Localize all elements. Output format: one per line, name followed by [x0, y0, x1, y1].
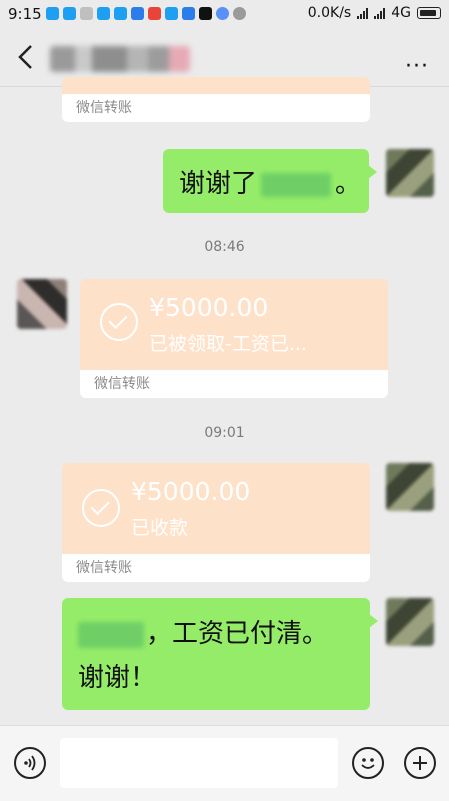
app-notification-icon [46, 7, 59, 20]
avatar-contact[interactable] [17, 279, 67, 329]
message-line-2: 谢谢！ [78, 663, 157, 693]
status-right: 0.0K/s 4G [308, 5, 441, 21]
wifi-signal-icon [357, 7, 369, 19]
message-text: 谢谢了 [179, 169, 258, 199]
check-circle-icon [100, 303, 138, 341]
message-text-suffix: 。 [335, 169, 362, 199]
timestamp: 08:46 [204, 239, 245, 255]
transfer-card-partial[interactable]: 微信转账 [62, 77, 370, 122]
message-input[interactable] [60, 738, 338, 788]
message-text: ，工资已付清。 [146, 619, 329, 649]
emoji-icon[interactable] [352, 747, 384, 779]
battery-icon [417, 7, 441, 19]
transfer-footer: 微信转账 [62, 94, 370, 122]
check-circle-icon [82, 489, 120, 527]
transfer-footer: 微信转账 [80, 370, 388, 398]
chevron-left-icon[interactable] [14, 42, 40, 72]
network-type: 4G [391, 5, 411, 21]
news-notification-icon [131, 7, 144, 20]
tiktok-notification-icon [199, 7, 212, 20]
plus-icon[interactable] [404, 747, 436, 779]
app-notification-icon [63, 7, 76, 20]
transfer-status: 已收款 [131, 517, 189, 539]
play-notification-icon [80, 7, 93, 20]
transfer-status: 已被领取-工资已... [149, 333, 307, 355]
avatar-self[interactable] [386, 463, 434, 511]
transfer-amount: ¥5000.00 [131, 477, 251, 506]
message-bubble-salary[interactable]: ，工资已付清。 谢谢！ [62, 598, 378, 710]
more-button[interactable]: ··· [405, 54, 429, 79]
message-line-1: ，工资已付清。 [78, 612, 370, 656]
transfer-amount: ¥5000.00 [149, 293, 269, 322]
message-bubble-thanks[interactable]: 谢谢了 。 [163, 149, 377, 213]
contact-name-blurred [50, 46, 190, 72]
news-notification-icon [182, 7, 195, 20]
compass-notification-icon [216, 7, 229, 20]
status-bar: 9:15 0.0K/s 4G [0, 0, 449, 28]
status-time: 9:15 [8, 5, 42, 23]
chat-area[interactable]: 微信转账 谢谢了 。 08:46 ¥5000.00 已被领取-工资已... 微信转… [0, 77, 449, 725]
notification-icons [46, 7, 246, 20]
cell-signal-icon [374, 7, 386, 19]
voice-icon[interactable] [14, 747, 46, 779]
avatar-self[interactable] [386, 149, 434, 197]
input-bar [0, 725, 449, 801]
app-notification-icon [165, 7, 178, 20]
app-notification-icon [114, 7, 127, 20]
blurred-name [261, 172, 332, 197]
news-notification-icon [148, 7, 161, 20]
transfer-card-received[interactable]: ¥5000.00 已被领取-工资已... 微信转账 [80, 279, 388, 398]
transfer-footer: 微信转账 [62, 554, 370, 582]
blurred-name [78, 621, 144, 648]
network-speed: 0.0K/s [307, 5, 352, 21]
app-notification-icon [97, 7, 110, 20]
transfer-card-sent[interactable]: ¥5000.00 已收款 微信转账 [62, 463, 370, 582]
more-notification-icon [233, 7, 246, 20]
avatar-self[interactable] [386, 598, 434, 646]
timestamp: 09:01 [204, 425, 245, 441]
